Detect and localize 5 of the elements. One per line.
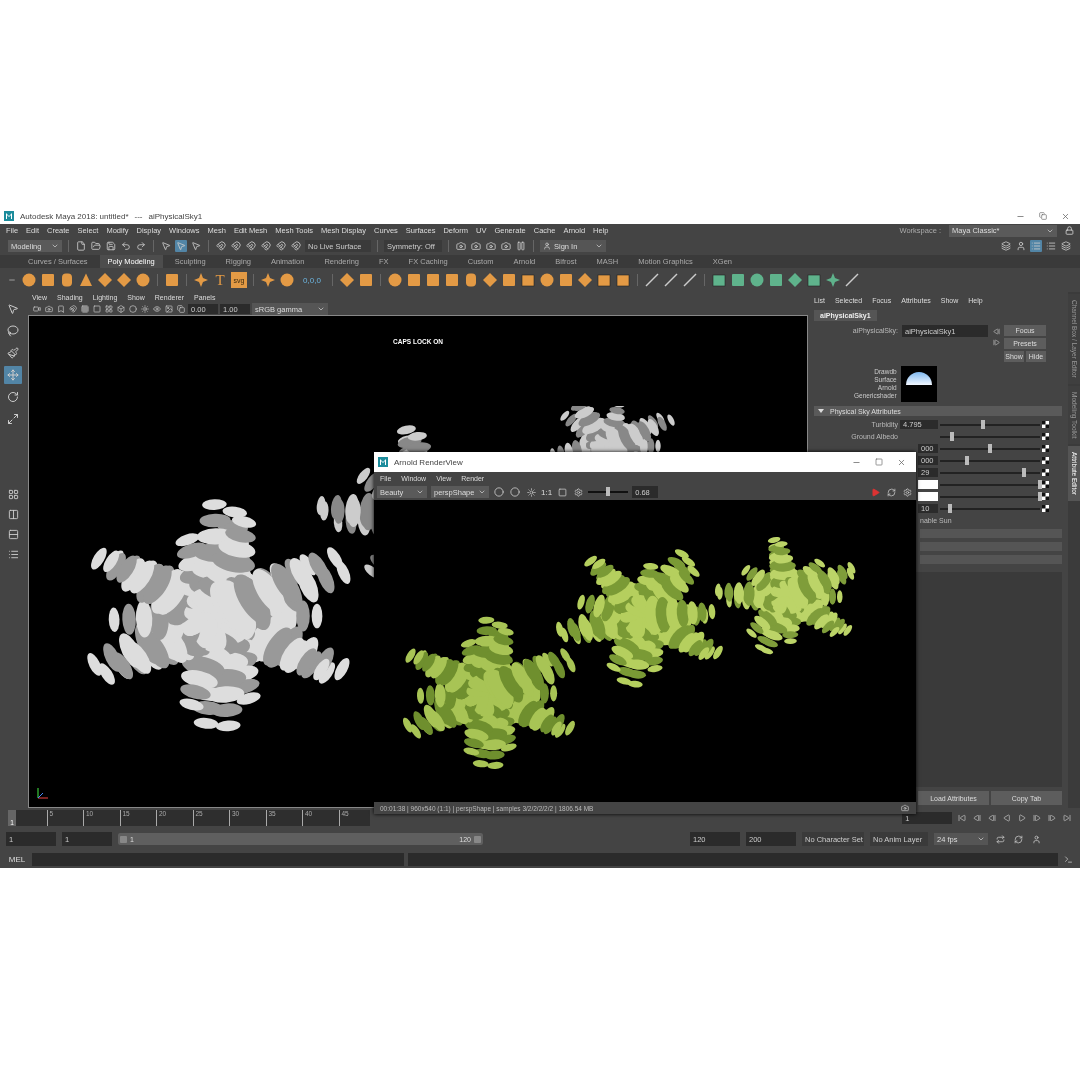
mel-label: MEL: [7, 854, 27, 864]
title-separator: ---: [134, 211, 143, 221]
node-title: aiPhysicalSky1: [148, 211, 203, 221]
window-title: Arnold RenderView: [394, 457, 463, 467]
window-title: Autodesk Maya 2018: untitled*: [20, 211, 129, 221]
